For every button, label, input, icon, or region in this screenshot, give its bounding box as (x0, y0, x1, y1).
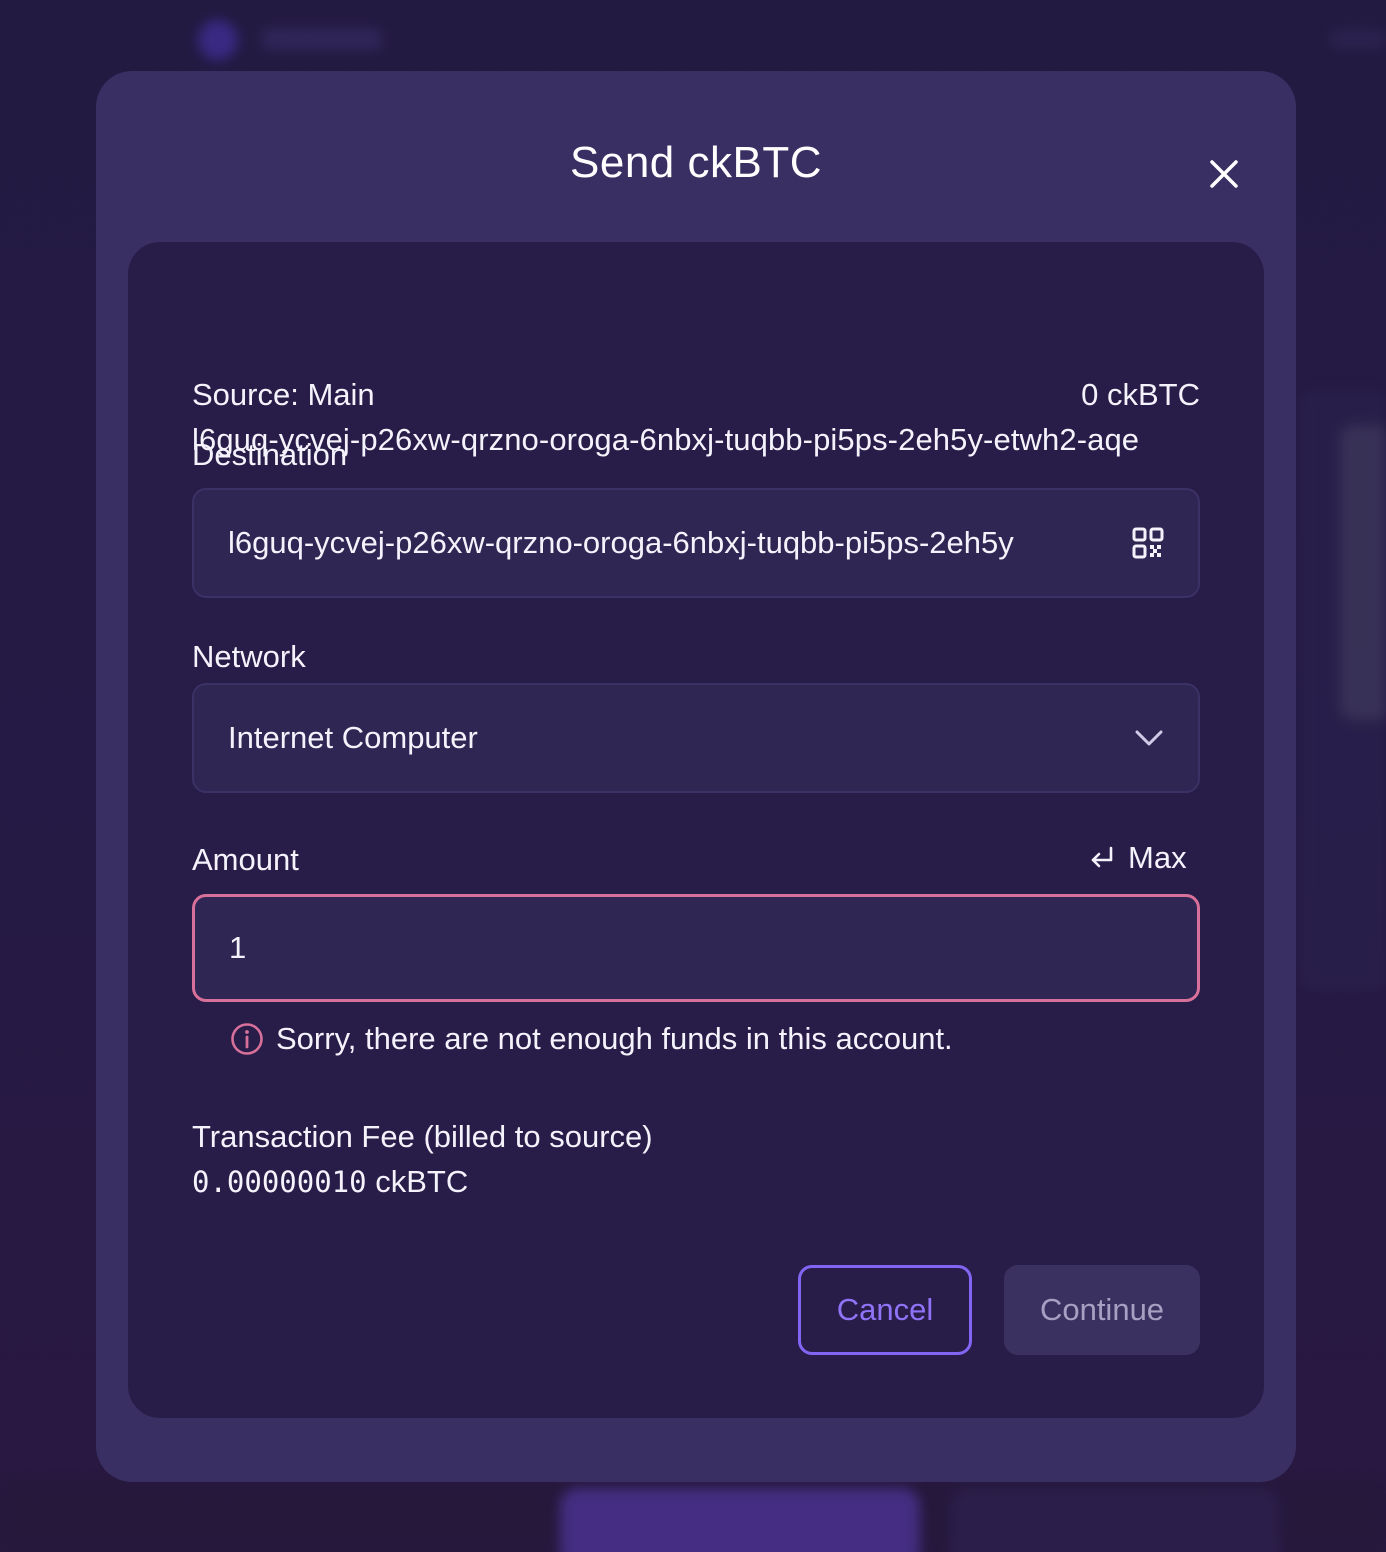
app-title-blurred (262, 28, 382, 50)
fee-label: Transaction Fee (billed to source) (192, 1119, 653, 1154)
max-button[interactable]: Max (1088, 840, 1187, 876)
amount-value: 1 (229, 930, 247, 965)
network-select[interactable]: Internet Computer (192, 683, 1200, 793)
qr-code-button[interactable] (1132, 527, 1164, 559)
close-icon (1210, 160, 1238, 188)
return-arrow-icon (1091, 846, 1113, 868)
background-secondary-button (950, 1488, 1280, 1552)
amount-label: Amount (192, 842, 299, 877)
network-label: Network (192, 639, 306, 674)
background-card-inner (1340, 425, 1386, 720)
info-icon (231, 1023, 263, 1055)
app-logo (198, 20, 238, 60)
destination-label: Destination (192, 437, 348, 472)
source-row: Source: Main 0 ckBTC (192, 375, 1200, 415)
header-menu-blurred (1330, 30, 1386, 48)
send-modal: Send ckBTC Source: Main 0 ckBTC l6guq-yc… (96, 71, 1296, 1482)
background-primary-button (560, 1488, 920, 1552)
chevron-down-icon (1135, 730, 1163, 746)
destination-input[interactable]: l6guq-ycvej-p26xw-qrzno-oroga-6nbxj-tuqb… (192, 488, 1200, 598)
amount-error: Sorry, there are not enough funds in thi… (230, 1021, 953, 1057)
network-selected-value: Internet Computer (228, 720, 478, 755)
max-label: Max (1128, 840, 1187, 875)
qr-code-icon (1132, 527, 1164, 559)
fee-amount: 0.00000010 (192, 1165, 367, 1199)
source-balance: 0 ckBTC (1081, 377, 1200, 412)
cancel-button[interactable]: Cancel (798, 1265, 972, 1355)
modal-title: Send ckBTC (570, 138, 822, 187)
amount-error-text: Sorry, there are not enough funds in thi… (276, 1021, 953, 1056)
destination-value: l6guq-ycvej-p26xw-qrzno-oroga-6nbxj-tuqb… (228, 525, 1014, 560)
close-button[interactable] (1201, 151, 1247, 197)
form-card: Source: Main 0 ckBTC l6guq-ycvej-p26xw-q… (128, 242, 1264, 1418)
fee-value: 0.00000010 ckBTC (192, 1162, 468, 1202)
source-label: Source: Main (192, 377, 375, 412)
fee-unit: ckBTC (375, 1164, 469, 1199)
amount-input[interactable]: 1 (192, 894, 1200, 1002)
continue-button[interactable]: Continue (1004, 1265, 1200, 1355)
